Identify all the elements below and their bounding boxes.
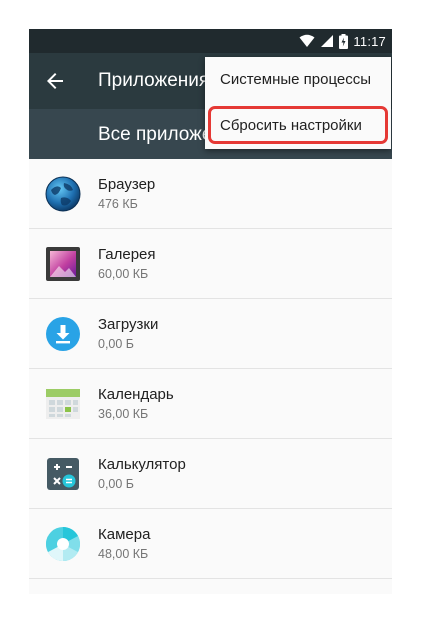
app-name: Календарь: [98, 386, 174, 403]
screenshot-frame: 11:17 Приложения Все приложения Браузер …: [0, 0, 424, 622]
cellular-signal-icon: [321, 35, 334, 47]
camera-icon: [46, 527, 80, 561]
app-name: Браузер: [98, 176, 156, 193]
back-arrow-icon[interactable]: [43, 69, 67, 93]
list-item-calculator[interactable]: Калькулятор 0,00 Б: [29, 439, 392, 509]
app-name: Калькулятор: [98, 456, 186, 473]
app-size: 0,00 Б: [98, 337, 135, 351]
app-size: 476 КБ: [98, 197, 138, 211]
calculator-icon: [47, 458, 79, 490]
app-name: Загрузки: [98, 316, 159, 333]
phone-screen: 11:17 Приложения Все приложения Браузер …: [29, 29, 392, 594]
browser-globe-icon: [45, 176, 81, 212]
list-item-camera[interactable]: Камера 48,00 КБ: [29, 509, 392, 579]
battery-charging-icon: [339, 33, 349, 49]
app-name: Камера: [98, 526, 151, 543]
calendar-icon: [46, 389, 80, 419]
app-size: 48,00 КБ: [98, 547, 149, 561]
app-name: Галерея: [98, 246, 156, 263]
list-item-browser[interactable]: Браузер 476 КБ: [29, 159, 392, 229]
list-item-downloads[interactable]: Загрузки 0,00 Б: [29, 299, 392, 369]
menu-item-label: Сбросить настройки: [220, 117, 362, 134]
list-item-calendar[interactable]: Календарь 36,00 КБ: [29, 369, 392, 439]
menu-item-reset-preferences[interactable]: Сбросить настройки: [205, 103, 391, 149]
app-size: 0,00 Б: [98, 477, 135, 491]
download-icon: [46, 317, 80, 351]
wifi-icon: [299, 34, 315, 47]
app-size: 60,00 КБ: [98, 267, 149, 281]
list-item-gallery[interactable]: Галерея 60,00 КБ: [29, 229, 392, 299]
app-size: 36,00 КБ: [98, 407, 149, 421]
status-time: 11:17: [353, 33, 386, 49]
menu-item-label: Системные процессы: [220, 71, 371, 88]
page-title: Приложения: [98, 70, 210, 91]
gallery-icon: [46, 247, 80, 281]
overflow-menu: Системные процессы Сбросить настройки: [205, 57, 391, 149]
app-list: Браузер 476 КБ Галерея 60,00 КБ Загрузки…: [29, 159, 392, 594]
menu-item-system-processes[interactable]: Системные процессы: [205, 57, 391, 103]
divider: [29, 578, 392, 579]
status-bar: 11:17: [29, 29, 392, 53]
